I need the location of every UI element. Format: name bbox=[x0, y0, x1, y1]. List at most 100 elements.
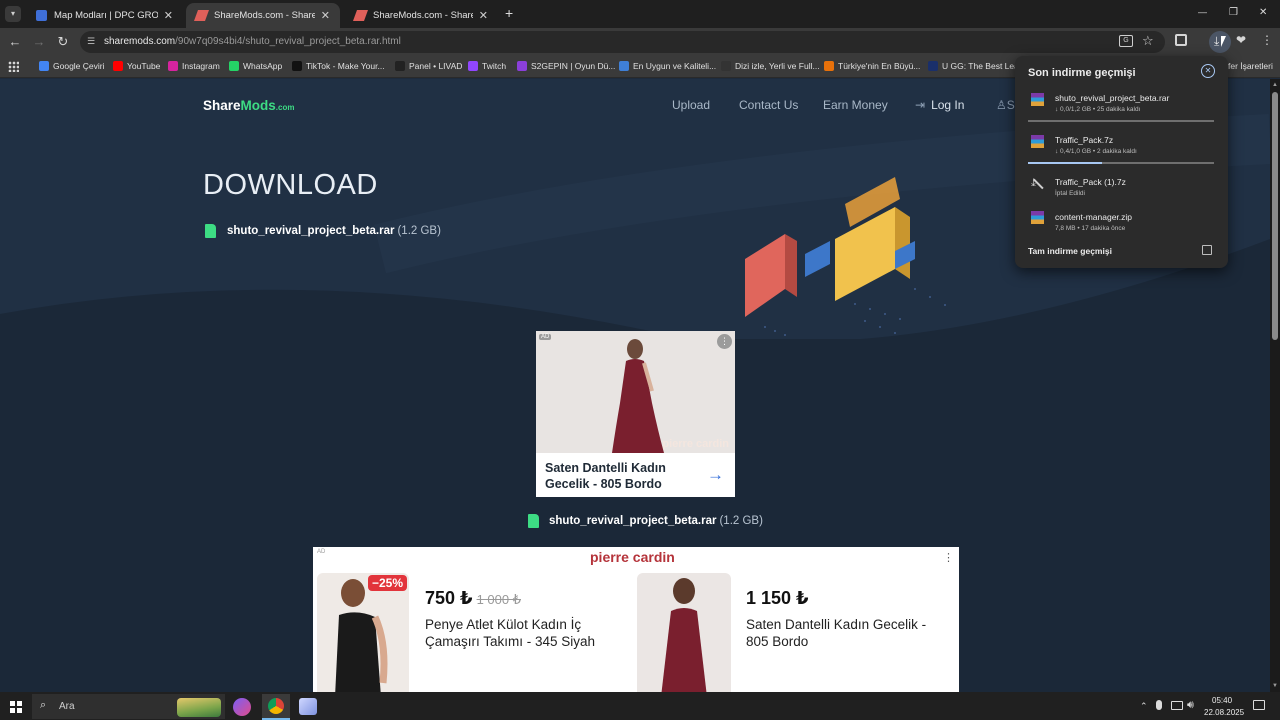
archive-file-icon bbox=[1031, 211, 1044, 224]
bookmark-label: Türkiye'nin En Büyü... bbox=[838, 61, 921, 71]
download-item-name[interactable]: shuto_revival_project_beta.rar bbox=[1055, 93, 1169, 103]
scroll-up-arrow-icon[interactable]: ▲ bbox=[1272, 82, 1278, 88]
windows-start-icon[interactable] bbox=[10, 701, 22, 713]
tab-map-modlari[interactable]: Map Modları | DPC GROUP - A... ✕ bbox=[26, 3, 183, 28]
bookmark-item[interactable]: Türkiye'nin En Büyü... bbox=[824, 61, 920, 71]
bookmark-item[interactable]: Twitch bbox=[468, 61, 506, 71]
maximize-button[interactable]: ❐ bbox=[1229, 7, 1238, 18]
search-icon: ⌕ bbox=[40, 699, 47, 711]
product-title-2[interactable]: Saten Dantelli Kadın Gecelik - 805 Bordo bbox=[746, 616, 946, 650]
reload-button[interactable]: ↻ bbox=[55, 34, 71, 50]
signup-label: S bbox=[1006, 98, 1015, 112]
ad-small[interactable]: pierre cardin AD ⋮ Saten Dantelli Kadın … bbox=[536, 331, 735, 497]
bookmark-item[interactable]: S2GEPIN | Oyun Dü... bbox=[517, 61, 615, 71]
bookmark-star-icon[interactable]: ☆ bbox=[1142, 33, 1154, 49]
minimize-button[interactable]: — bbox=[1198, 7, 1207, 17]
mouse-cursor-icon bbox=[1221, 36, 1226, 47]
translate-icon[interactable]: G bbox=[1119, 35, 1133, 47]
taskbar-app-game-icon[interactable] bbox=[299, 698, 317, 715]
bookmark-item[interactable]: Panel • LIVAD bbox=[395, 61, 462, 71]
logo-mods: Mods bbox=[240, 98, 276, 113]
nav-upload[interactable]: Upload bbox=[672, 98, 710, 112]
tab-sharemods[interactable]: ShareMods.com - Share your g... ✕ bbox=[345, 3, 498, 28]
product-image-1[interactable]: −25% bbox=[317, 573, 409, 692]
back-button[interactable]: ← bbox=[7, 34, 23, 50]
forward-button[interactable]: → bbox=[31, 34, 47, 50]
sharemods-favicon-icon bbox=[352, 10, 369, 21]
close-icon[interactable]: ✕ bbox=[321, 9, 330, 22]
scroll-down-arrow-icon[interactable]: ▼ bbox=[1272, 683, 1278, 689]
ad-options-icon[interactable]: ⋮ bbox=[717, 334, 732, 349]
download-item-meta: ↓ 0,4/1,0 GB • 2 dakika kaldı bbox=[1055, 148, 1137, 155]
volume-icon[interactable]: 🔊︎ bbox=[1187, 699, 1194, 712]
close-window-button[interactable]: ✕ bbox=[1259, 7, 1267, 18]
bookmark-item[interactable]: En Uygun ve Kaliteli... bbox=[619, 61, 716, 71]
nav-contact-us[interactable]: Contact Us bbox=[739, 98, 798, 112]
extensions-puzzle-icon[interactable] bbox=[1175, 34, 1187, 46]
ad-options-icon[interactable]: ⋮ bbox=[943, 551, 954, 564]
bookmark-favicon-icon bbox=[229, 61, 239, 71]
close-icon[interactable]: ✕ bbox=[479, 9, 488, 22]
download-icon: ⤓ bbox=[1214, 34, 1220, 48]
clock-time[interactable]: 05:40 bbox=[1212, 696, 1232, 705]
ad-brand: pierre cardin bbox=[662, 438, 729, 450]
taskbar-app-messenger-icon[interactable] bbox=[233, 698, 251, 716]
price: 750 ₺ bbox=[425, 588, 473, 608]
old-price: 1 000 ₺ bbox=[476, 592, 521, 607]
bookmark-favicon-icon bbox=[721, 61, 731, 71]
bookmark-item[interactable]: Dizi izle, Yerli ve Full... bbox=[721, 61, 820, 71]
scrollbar-thumb[interactable] bbox=[1272, 92, 1278, 340]
bookmark-item[interactable]: Google Çeviri bbox=[39, 61, 105, 71]
download-item-meta: ↓ 0,0/1,2 GB • 25 dakika kaldı bbox=[1055, 106, 1141, 113]
sharemods-logo[interactable]: ShareMods.com bbox=[203, 98, 294, 113]
notification-icon[interactable] bbox=[1253, 700, 1265, 710]
open-external-icon[interactable] bbox=[1202, 245, 1212, 255]
tray-chevron-up-icon[interactable]: ⌃ bbox=[1140, 701, 1148, 712]
bookmark-item[interactable]: YouTube bbox=[113, 61, 160, 71]
product-price-1: 750 ₺ 1 000 ₺ bbox=[425, 588, 521, 609]
arrow-right-icon[interactable]: → bbox=[707, 465, 724, 485]
product-image-2[interactable] bbox=[637, 573, 731, 692]
bookmark-label: Instagram bbox=[182, 61, 220, 71]
microphone-icon[interactable] bbox=[1156, 700, 1162, 710]
bookmark-label: Dizi izle, Yerli ve Full... bbox=[735, 61, 820, 71]
close-icon[interactable]: ✕ bbox=[164, 9, 173, 22]
clock-date[interactable]: 22.08.2025 bbox=[1204, 708, 1244, 717]
tab-title: ShareMods.com - Share your g... bbox=[373, 10, 473, 21]
bookmark-item[interactable]: TikTok - Make Your... bbox=[292, 61, 385, 71]
menu-kebab-icon[interactable]: ⋮ bbox=[1261, 33, 1273, 47]
new-tab-button[interactable]: + bbox=[505, 5, 513, 21]
login-link[interactable]: ⇥ Log In bbox=[915, 98, 964, 112]
signup-link[interactable]: ♙S bbox=[996, 98, 1015, 112]
taskbar-app-chrome-icon[interactable] bbox=[262, 694, 290, 720]
apps-grid-icon[interactable] bbox=[8, 61, 19, 72]
bookmarks-overflow[interactable]: fer İşaretleri bbox=[1228, 61, 1273, 71]
close-icon: ✕ bbox=[1204, 66, 1212, 75]
bookmark-favicon-icon bbox=[168, 61, 178, 71]
url-text[interactable]: sharemods.com/90w7q09s4bi4/shuto_revival… bbox=[104, 36, 401, 47]
bookmark-label: Twitch bbox=[482, 61, 507, 71]
download-button[interactable]: ⤓ bbox=[1209, 31, 1231, 53]
bookmark-item[interactable]: WhatsApp bbox=[229, 61, 282, 71]
download-item-name[interactable]: content-manager.zip bbox=[1055, 212, 1132, 222]
close-panel-button[interactable]: ✕ bbox=[1201, 64, 1215, 78]
product-title-1[interactable]: Penye Atlet Külot Kadın İç Çamaşırı Takı… bbox=[425, 616, 625, 650]
network-icon[interactable] bbox=[1171, 701, 1183, 710]
download-item-name[interactable]: Traffic_Pack (1).7z bbox=[1055, 177, 1126, 187]
full-download-history-link[interactable]: Tam indirme geçmişi bbox=[1028, 246, 1112, 256]
taskbar-search-box[interactable]: ⌕ Ara bbox=[32, 694, 225, 719]
site-info-icon[interactable]: ☰ bbox=[87, 36, 98, 47]
file-row-bottom: shuto_revival_project_beta.rar (1.2 GB) bbox=[528, 514, 763, 528]
download-item-name[interactable]: Traffic_Pack.7z bbox=[1055, 135, 1113, 145]
nav-earn-money[interactable]: Earn Money bbox=[823, 98, 888, 112]
bookmark-favicon-icon bbox=[39, 61, 49, 71]
ad-large[interactable]: AD pierre cardin ⋮ −25% 750 ₺ 1 000 ₺ Pe… bbox=[313, 547, 959, 692]
bookmark-item[interactable]: Instagram bbox=[168, 61, 220, 71]
ad-brand: pierre cardin bbox=[590, 549, 675, 565]
tab-search-button[interactable]: ▾ bbox=[5, 6, 21, 22]
file-name: shuto_revival_project_beta.rar bbox=[227, 225, 395, 237]
bookmark-item[interactable]: U GG: The Best Lea... bbox=[928, 61, 1026, 71]
tab-sharemods-active[interactable]: ShareMods.com - Share your g... ✕ bbox=[186, 3, 340, 28]
favicon-icon bbox=[36, 10, 47, 21]
profile-heart-icon[interactable]: ❤ bbox=[1236, 33, 1246, 47]
